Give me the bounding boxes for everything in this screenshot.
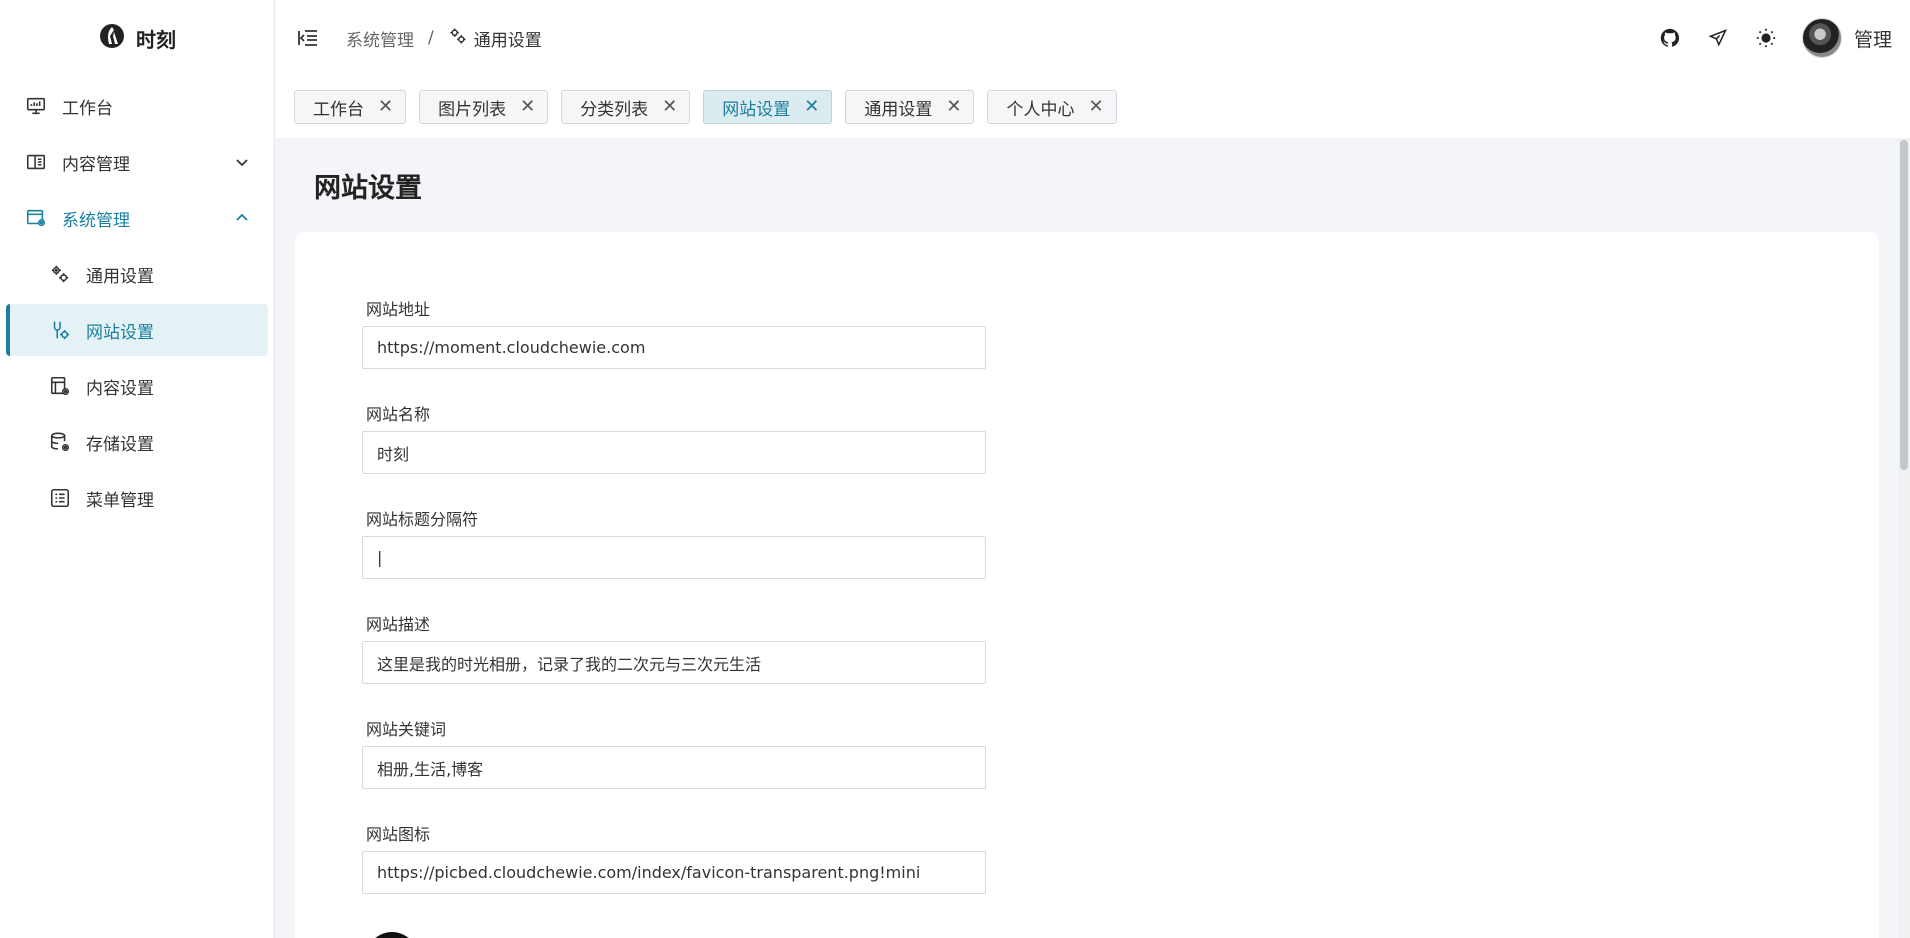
tab-label: 分类列表	[580, 99, 649, 120]
sidebar-item-storage-settings[interactable]: 存储设置	[6, 416, 268, 468]
logo-icon	[98, 22, 126, 55]
sidebar: 时刻 工作台 内容管理 系统管理 通用设置 网站设置 内容设置 存储设置 菜单管…	[0, 0, 275, 938]
sidebar-item-label: 内容管理	[62, 154, 130, 175]
brand-name: 时刻	[136, 27, 176, 52]
database-settings-icon	[48, 430, 72, 454]
sun-icon[interactable]	[1754, 26, 1778, 50]
github-icon[interactable]	[1658, 26, 1682, 50]
gears-icon	[48, 262, 72, 286]
tools-icon	[48, 318, 72, 342]
sidebar-item-general-settings[interactable]: 通用设置	[6, 248, 268, 300]
avatar[interactable]	[1801, 18, 1842, 58]
title-separator-group: 网站标题分隔符	[362, 506, 986, 579]
chevron-up-icon	[232, 208, 252, 228]
chevron-down-icon	[232, 152, 252, 172]
breadcrumb: 系统管理 / 通用设置	[346, 26, 542, 51]
sidebar-item-label: 系统管理	[62, 210, 130, 231]
gears-icon	[448, 26, 468, 51]
brand[interactable]: 时刻	[0, 0, 274, 76]
site-description-input[interactable]	[362, 641, 986, 684]
tab-category-list[interactable]: 分类列表 ✕	[561, 90, 691, 124]
tab-site-settings[interactable]: 网站设置 ✕	[703, 90, 833, 124]
close-icon[interactable]: ✕	[520, 98, 535, 116]
top-header: 系统管理 / 通用设置 管理	[276, 0, 1910, 76]
tab-label: 通用设置	[864, 99, 933, 120]
header-actions: 管理	[1658, 0, 1892, 76]
sidebar-item-label: 工作台	[62, 98, 113, 119]
breadcrumb-parent[interactable]: 系统管理	[346, 26, 414, 51]
site-name-group: 网站名称	[362, 401, 986, 474]
sidebar-item-content-management[interactable]: 内容管理	[6, 136, 268, 188]
tabs-bar: 工作台 ✕ 图片列表 ✕ 分类列表 ✕ 网站设置 ✕ 通用设置 ✕ 个人中心 ✕	[276, 76, 1910, 138]
site-url-input[interactable]	[362, 326, 986, 369]
close-icon[interactable]: ✕	[662, 98, 677, 116]
tab-general-settings[interactable]: 通用设置 ✕	[845, 90, 975, 124]
site-icon-preview	[366, 932, 418, 938]
site-keywords-input[interactable]	[362, 746, 986, 789]
site-description-group: 网站描述	[362, 611, 986, 684]
breadcrumb-current-label: 通用设置	[473, 30, 542, 51]
close-icon[interactable]: ✕	[1088, 98, 1103, 116]
sidebar-item-label: 内容设置	[86, 378, 154, 399]
sidebar-item-label: 菜单管理	[86, 490, 154, 511]
send-icon[interactable]	[1706, 26, 1730, 50]
close-icon[interactable]: ✕	[804, 98, 819, 116]
site-icon-input[interactable]	[362, 851, 986, 894]
collapse-menu-icon[interactable]	[294, 24, 322, 52]
site-icon-label: 网站图标	[366, 825, 431, 844]
scrollbar-thumb[interactable]	[1900, 140, 1908, 470]
document-settings-icon	[48, 374, 72, 398]
close-icon[interactable]: ✕	[378, 98, 393, 116]
sidebar-item-dashboard[interactable]: 工作台	[6, 80, 268, 132]
breadcrumb-current: 通用设置	[448, 26, 542, 51]
sidebar-item-system-management[interactable]: 系统管理	[6, 192, 268, 244]
scrollbar[interactable]	[1898, 138, 1910, 938]
user-name[interactable]: 管理	[1854, 25, 1892, 52]
settings-card: 网站地址 网站名称 网站标题分隔符 网站描述 网站关键词 网站图标	[295, 232, 1879, 938]
breadcrumb-separator: /	[428, 28, 434, 48]
close-icon[interactable]: ✕	[946, 98, 961, 116]
site-name-label: 网站名称	[366, 405, 431, 424]
panel-icon	[24, 150, 48, 174]
tab-label: 网站设置	[722, 99, 791, 120]
window-settings-icon	[24, 206, 48, 230]
sidebar-item-label: 通用设置	[86, 266, 154, 287]
site-url-group: 网站地址	[362, 296, 986, 369]
page-title: 网站设置	[314, 173, 422, 204]
list-icon	[48, 486, 72, 510]
tab-label: 工作台	[313, 99, 364, 120]
tab-image-list[interactable]: 图片列表 ✕	[419, 90, 549, 124]
site-description-label: 网站描述	[366, 615, 431, 634]
tab-label: 个人中心	[1006, 99, 1075, 120]
site-keywords-group: 网站关键词	[362, 716, 986, 789]
sidebar-item-menu-management[interactable]: 菜单管理	[6, 472, 268, 524]
sidebar-item-label: 网站设置	[86, 322, 154, 343]
sidebar-item-content-settings[interactable]: 内容设置	[6, 360, 268, 412]
title-separator-label: 网站标题分隔符	[366, 510, 479, 529]
site-icon-group: 网站图标	[362, 821, 986, 894]
monitor-icon	[24, 94, 48, 118]
sidebar-item-site-settings[interactable]: 网站设置	[6, 304, 268, 356]
tab-dashboard[interactable]: 工作台 ✕	[294, 90, 407, 124]
site-name-input[interactable]	[362, 431, 986, 474]
sidebar-item-label: 存储设置	[86, 434, 154, 455]
tab-personal-center[interactable]: 个人中心 ✕	[987, 90, 1117, 124]
title-separator-input[interactable]	[362, 536, 986, 579]
site-keywords-label: 网站关键词	[366, 720, 447, 739]
site-url-label: 网站地址	[366, 300, 431, 319]
tab-label: 图片列表	[438, 99, 507, 120]
